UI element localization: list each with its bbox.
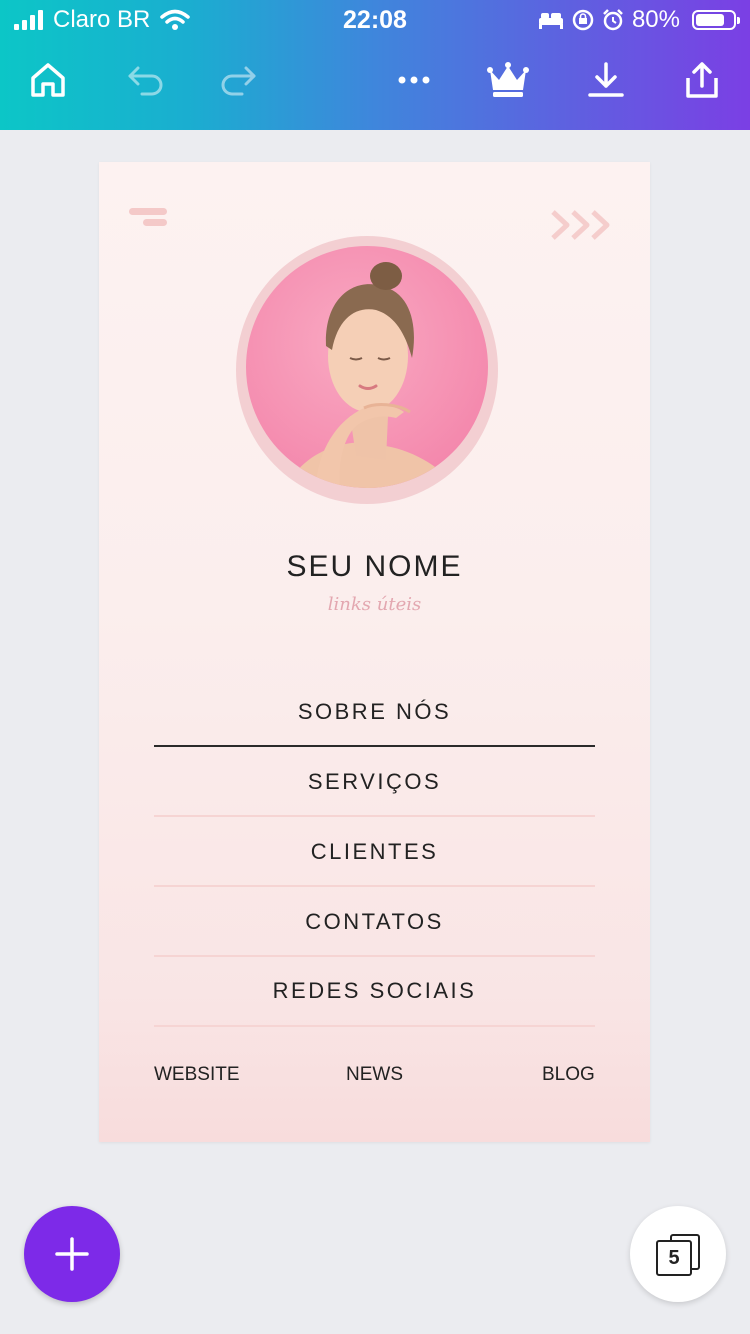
top-toolbar: Claro BR 22:08 80% [0,0,750,130]
undo-button[interactable] [124,58,168,102]
home-button[interactable] [26,58,70,102]
more-button[interactable] [392,58,436,102]
download-button[interactable] [584,58,628,102]
share-button[interactable] [680,58,724,102]
rotation-lock-icon [572,9,594,31]
page-count: 5 [656,1240,692,1276]
menu-item-clientes[interactable]: CLIENTES [154,817,595,887]
premium-button[interactable] [486,58,530,102]
battery-icon [692,10,740,30]
profile-name[interactable]: SEU NOME [99,550,650,584]
footer-link-news[interactable]: NEWS [346,1064,403,1086]
home-icon [31,63,65,97]
menu-item-servicos[interactable]: SERVIÇOS [154,747,595,817]
menu-item-sobre-nos[interactable]: SOBRE NÓS [154,677,595,747]
plus-icon [55,1237,89,1271]
decorative-bars-icon [129,208,167,226]
footer-link-blog[interactable]: BLOG [542,1064,595,1086]
battery-percent: 80% [631,6,680,33]
bed-icon [538,13,563,29]
menu-item-redes-sociais[interactable]: REDES SOCIAIS [154,956,595,1026]
crown-icon [487,62,529,97]
menu-item-contatos[interactable]: CONTATOS [154,887,595,957]
download-icon [588,62,624,97]
decorative-chevrons-icon [551,210,610,240]
footer-link-website[interactable]: WEBSITE [154,1064,240,1086]
redo-button[interactable] [216,58,260,102]
profile-photo[interactable] [246,246,488,488]
more-icon [398,76,430,84]
design-canvas[interactable]: SEU NOME links úteis SOBRE NÓS SERVIÇOS … [99,162,650,1142]
undo-icon [128,66,163,96]
status-bar: Claro BR 22:08 80% [0,0,750,42]
alarm-icon [603,9,623,31]
woman-portrait-image [286,262,456,488]
add-element-button[interactable] [24,1206,120,1302]
menu-divider [154,1025,595,1027]
profile-subtitle[interactable]: links úteis [99,594,650,615]
redo-icon [221,66,256,96]
share-icon [686,62,718,98]
pages-button[interactable]: 5 [630,1206,726,1302]
